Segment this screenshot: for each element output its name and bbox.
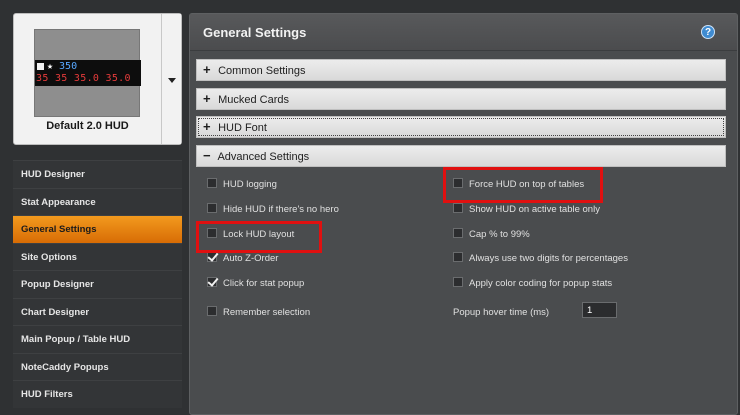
highlight-box-force-on-top [443, 167, 603, 203]
expand-icon: + [203, 62, 211, 77]
hud-dropdown-button[interactable] [161, 14, 181, 144]
option-click-stat-popup[interactable]: Click for stat popup [207, 277, 304, 291]
option-color-coding-popup[interactable]: Apply color coding for popup stats [453, 277, 612, 291]
section-label: Advanced Settings [217, 151, 310, 163]
hud-name-label: Default 2.0 HUD [46, 120, 129, 132]
settings-panel: General Settings ? + Common Settings + M… [189, 13, 738, 415]
hud-preview-image: ★ 350 35 35 35.0 35.0 [34, 29, 141, 117]
expand-icon: + [203, 91, 211, 106]
checkbox[interactable] [207, 306, 217, 316]
sidebar-item-general-settings[interactable]: General Settings [13, 215, 182, 243]
section-label: Mucked Cards [218, 94, 289, 106]
section-mucked-cards[interactable]: + Mucked Cards [196, 88, 726, 110]
chevron-down-icon [168, 78, 176, 83]
popup-hover-label: Popup hover time (ms) [453, 307, 550, 318]
option-cap-percent[interactable]: Cap % to 99% [453, 228, 530, 242]
left-column: ★ 350 35 35 35.0 35.0 Default 2.0 HUD HUD… [13, 13, 182, 415]
checkbox-checked[interactable] [207, 277, 217, 287]
star-icon: ★ [47, 61, 54, 72]
option-show-hud-active-only[interactable]: Show HUD on active table only [453, 203, 600, 217]
checkbox[interactable] [207, 178, 217, 188]
help-icon[interactable]: ? [701, 25, 715, 39]
section-label: HUD Font [218, 122, 267, 134]
option-remember-selection[interactable]: Remember selection [207, 306, 310, 320]
section-common-settings[interactable]: + Common Settings [196, 59, 726, 81]
sidebar-item-hud-filters[interactable]: HUD Filters [13, 380, 182, 408]
popup-hover-time-input[interactable] [582, 302, 617, 318]
sidebar-item-chart-designer[interactable]: Chart Designer [13, 297, 182, 325]
collapse-icon: − [203, 148, 211, 163]
hud-preview-strip: ★ 350 35 35 35.0 35.0 [35, 60, 141, 86]
hud-selector[interactable]: ★ 350 35 35 35.0 35.0 Default 2.0 HUD [13, 13, 182, 145]
sidebar-item-site-options[interactable]: Site Options [13, 242, 182, 270]
section-hud-font[interactable]: + HUD Font [196, 116, 726, 138]
checkbox[interactable] [453, 252, 463, 262]
sidebar-item-popup-designer[interactable]: Popup Designer [13, 270, 182, 298]
checkbox-checked[interactable] [207, 252, 217, 262]
checkbox[interactable] [453, 277, 463, 287]
hud-preview-hands: 350 [59, 61, 78, 72]
checkbox[interactable] [453, 203, 463, 213]
section-advanced-settings[interactable]: − Advanced Settings [196, 145, 726, 167]
sidebar-item-notecaddy-popups[interactable]: NoteCaddy Popups [13, 352, 182, 380]
checkbox[interactable] [207, 203, 217, 213]
sidebar-nav: HUD Designer Stat Appearance General Set… [13, 160, 182, 408]
expand-icon: + [203, 119, 211, 134]
option-hud-logging[interactable]: HUD logging [207, 178, 277, 192]
sidebar-item-hud-designer[interactable]: HUD Designer [13, 160, 182, 188]
highlight-box-lock-layout [196, 221, 322, 253]
hud-preview-stats: 35 35 35.0 35.0 [36, 73, 131, 84]
hero-marker-icon [37, 63, 44, 70]
checkbox[interactable] [453, 228, 463, 238]
page-title: General Settings [190, 14, 737, 51]
hud-preview-row1: ★ 350 [37, 61, 77, 73]
sidebar-item-main-popup[interactable]: Main Popup / Table HUD [13, 325, 182, 353]
section-label: Common Settings [218, 65, 306, 77]
option-hide-hud-no-hero[interactable]: Hide HUD if there's no hero [207, 203, 339, 217]
option-two-digits-percent[interactable]: Always use two digits for percentages [453, 252, 628, 266]
sidebar-item-stat-appearance[interactable]: Stat Appearance [13, 187, 182, 215]
option-auto-z-order[interactable]: Auto Z-Order [207, 252, 278, 266]
